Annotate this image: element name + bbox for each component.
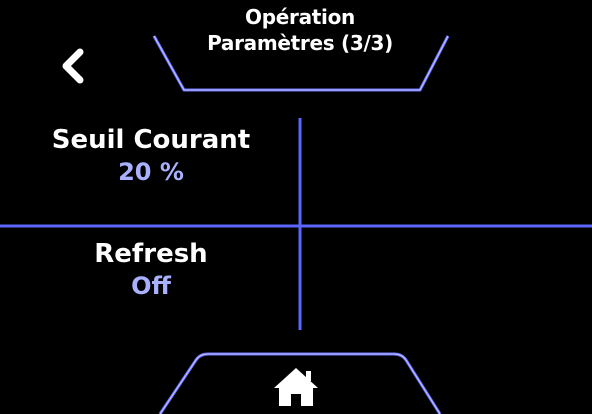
setting-value: 20 % [118, 158, 184, 186]
setting-label: Refresh [94, 239, 208, 269]
empty-setting-slot [304, 120, 592, 224]
setting-seuil-courant[interactable]: Seuil Courant 20 % [20, 124, 282, 224]
title-line-2: Paramètres (3/3) [207, 31, 393, 55]
screen: Opération Paramètres (3/3) Seuil Courant… [0, 0, 592, 414]
setting-value: Off [131, 272, 171, 300]
title-line-1: Opération [245, 5, 355, 29]
home-icon [274, 368, 318, 406]
setting-label: Seuil Courant [51, 125, 251, 155]
setting-refresh[interactable]: Refresh Off [20, 238, 282, 324]
back-button[interactable] [52, 44, 96, 88]
page-title: Opération Paramètres (3/3) [160, 4, 440, 56]
chevron-left-icon [62, 48, 84, 84]
empty-setting-slot [304, 228, 592, 332]
